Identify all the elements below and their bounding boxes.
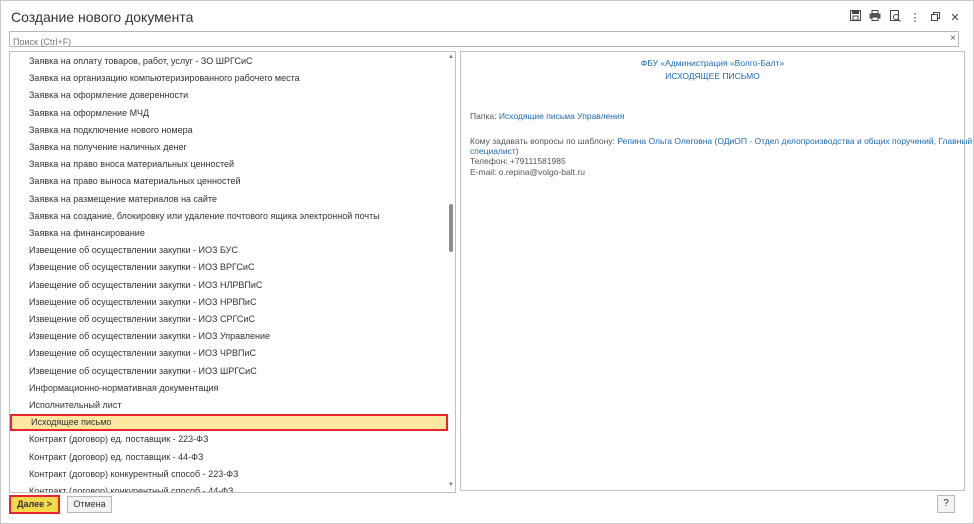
scroll-up-icon[interactable]: ▲ [448, 54, 454, 60]
list-item[interactable]: Извещение об осуществлении закупки - ИОЗ… [10, 277, 448, 294]
list-item[interactable]: Информационно-нормативная документация [10, 380, 448, 397]
template-list[interactable]: ▲ ▼ Заявка на оплату товаров, работ, усл… [9, 51, 456, 493]
list-item[interactable]: Извещение об осуществлении закупки - ИОЗ… [10, 363, 448, 380]
list-item[interactable]: Заявка на организацию компьютеризированн… [10, 70, 448, 87]
dialog-footer: Далее > Отмена ? [1, 491, 973, 521]
list-item[interactable]: Извещение об осуществлении закупки - ИОЗ… [10, 328, 448, 345]
list-item[interactable]: Заявка на право выноса материальных ценн… [10, 173, 448, 190]
print-icon[interactable] [867, 10, 883, 26]
list-item[interactable]: Заявка на создание, блокировку или удале… [10, 208, 448, 225]
list-item[interactable]: Заявка на оплату товаров, работ, услуг -… [10, 53, 448, 70]
preview-doc-type: ИСХОДЯЩЕЕ ПИСЬМО [665, 71, 760, 81]
clear-search-icon[interactable]: × [950, 32, 956, 46]
window-title: Создание нового документа [11, 9, 194, 25]
save-icon[interactable] [847, 10, 863, 26]
help-button[interactable]: ? [937, 495, 955, 513]
template-preview: ФБУ «Администрация «Волго-Балт» ИСХОДЯЩЕ… [460, 51, 972, 491]
list-item[interactable]: Контракт (договор) конкурентный способ -… [10, 466, 448, 483]
list-item[interactable]: Заявка на право вноса материальных ценно… [10, 156, 448, 173]
more-icon[interactable]: ⋮ [907, 10, 923, 26]
preview-email: E-mail: o.repina@volgo-balt.ru [470, 167, 585, 177]
list-item[interactable]: Исполнительный лист [10, 397, 448, 414]
window-controls: ⋮ ✕ [847, 10, 963, 26]
preview-icon[interactable] [887, 10, 903, 26]
list-item[interactable]: Извещение об осуществлении закупки - ИОЗ… [10, 294, 448, 311]
list-item[interactable]: Контракт (договор) ед. поставщик - 223-Ф… [10, 431, 448, 448]
list-item[interactable]: Извещение об осуществлении закупки - ИОЗ… [10, 345, 448, 362]
restore-icon[interactable] [927, 10, 943, 26]
preview-phone: Телефон: +79111581985 [470, 156, 566, 166]
list-item-selected[interactable]: Исходящее письмо [10, 414, 448, 432]
search-input[interactable] [10, 35, 933, 49]
cancel-button[interactable]: Отмена [67, 496, 112, 513]
list-scrollbar[interactable]: ▲ ▼ [448, 54, 454, 488]
preview-org: ФБУ «Администрация «Волго-Балт» [640, 58, 785, 68]
list-item[interactable]: Заявка на размещение материалов на сайте [10, 191, 448, 208]
preview-contact-cont: специалист) [470, 146, 519, 156]
list-item[interactable]: Заявка на подключение нового номера [10, 122, 448, 139]
preview-folder: Папка: Исходящие письма Управления [470, 111, 624, 121]
scrollbar-thumb[interactable] [449, 204, 453, 252]
close-icon[interactable]: ✕ [947, 10, 963, 26]
contact-value[interactable]: Репина Ольга Олеговна (ОДиОП - Отдел дел… [617, 136, 972, 146]
list-item[interactable]: Заявка на получение наличных денег [10, 139, 448, 156]
contact-label: Кому задавать вопросы по шаблону: [470, 136, 615, 146]
folder-value[interactable]: Исходящие письма Управления [499, 111, 625, 121]
dialog-window: Создание нового документа ⋮ ✕ × ▲ ▼ Заяв… [0, 0, 974, 524]
scroll-down-icon[interactable]: ▼ [448, 482, 454, 488]
list-item[interactable]: Заявка на оформление доверенности [10, 87, 448, 104]
search-field[interactable]: × [9, 31, 959, 49]
list-item[interactable]: Контракт (договор) ед. поставщик - 44-ФЗ [10, 449, 448, 466]
list-item[interactable]: Извещение об осуществлении закупки - ИОЗ… [10, 242, 448, 259]
next-button[interactable]: Далее > [9, 495, 60, 514]
list-item[interactable]: Заявка на финансирование [10, 225, 448, 242]
list-item[interactable]: Извещение об осуществлении закупки - ИОЗ… [10, 259, 448, 276]
list-item[interactable]: Заявка на оформление МЧД [10, 105, 448, 122]
preview-contact: Кому задавать вопросы по шаблону: Репина… [470, 136, 972, 146]
list-item[interactable]: Извещение об осуществлении закупки - ИОЗ… [10, 311, 448, 328]
folder-label: Папка: [470, 111, 497, 121]
